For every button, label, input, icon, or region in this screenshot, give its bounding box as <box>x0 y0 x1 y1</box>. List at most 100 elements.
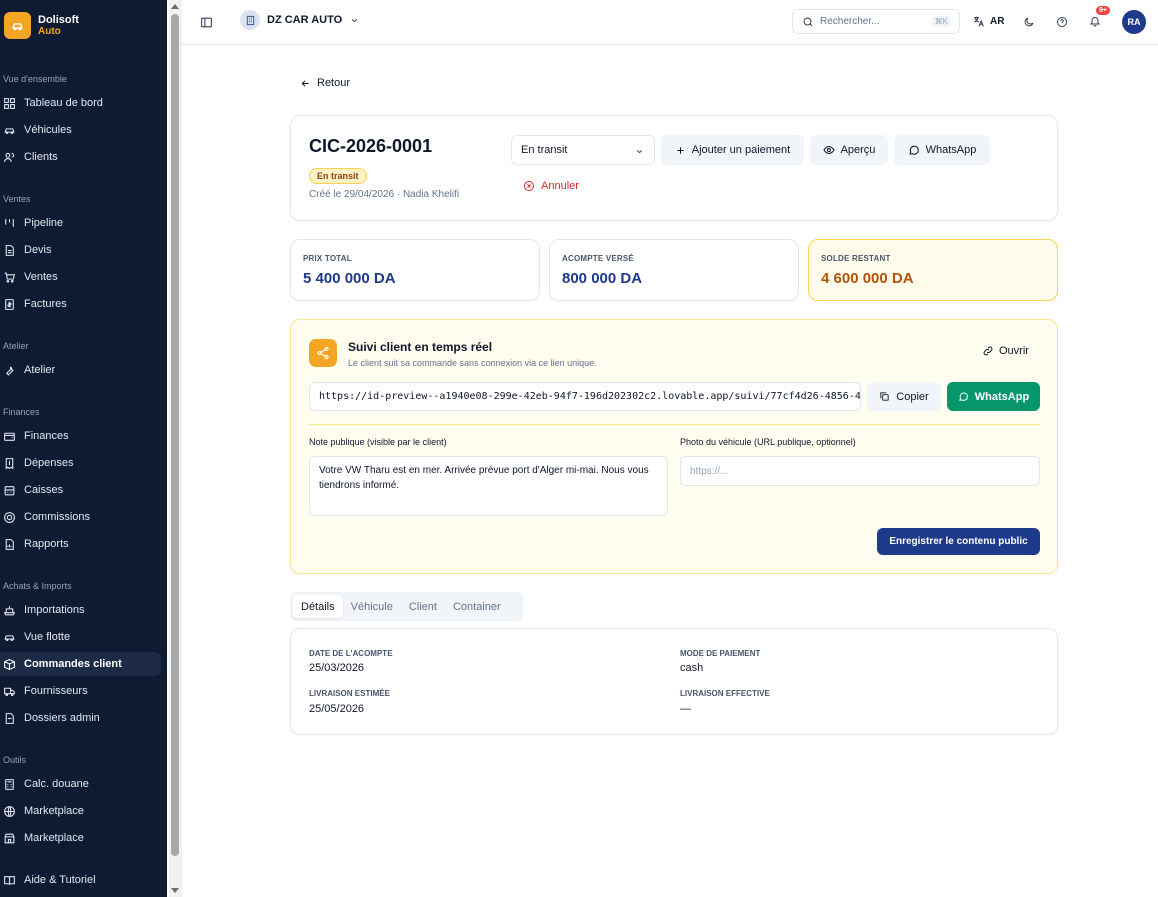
wrench-icon <box>6 366 14 376</box>
tab-client[interactable]: Client <box>401 595 445 618</box>
scrollbar-thumb[interactable] <box>171 14 179 856</box>
sidebar-item-commandes-client[interactable]: Commandes client <box>0 652 161 676</box>
share-whatsapp-label: WhatsApp <box>974 390 1030 403</box>
sidebar-item-label: Factures <box>24 298 67 310</box>
tracking-url-field[interactable]: https://id-preview--a1940e08-299e-42eb-9… <box>309 382 861 411</box>
sidebar-item-label: Caisses <box>24 484 64 496</box>
cart-icon <box>4 272 16 283</box>
public-note-textarea[interactable]: Votre VW Tharu est en mer. Arrivée prévu… <box>309 456 668 516</box>
open-link-button[interactable]: Ouvrir <box>982 345 1029 357</box>
sidebar-item-pipeline[interactable]: Pipeline <box>0 211 161 235</box>
avatar[interactable]: RA <box>1122 10 1146 34</box>
divider <box>309 424 1040 425</box>
scroll-up-arrow-icon[interactable] <box>171 4 179 9</box>
stat-value: 800 000 DA <box>562 270 643 287</box>
message-circle-icon <box>958 392 968 401</box>
notification-badge: 9+ <box>1096 6 1110 15</box>
sidebar-item-factures[interactable]: Factures <box>0 292 161 316</box>
payment-mode-value: cash <box>680 662 704 674</box>
note-label: Note publique (visible par le client) <box>309 437 447 447</box>
message-circle-icon <box>908 145 919 155</box>
receipt-icon <box>5 457 14 469</box>
sidebar-item-label: Aide & Tutoriel <box>24 874 96 886</box>
theme-toggle-moon-icon[interactable] <box>1022 15 1036 29</box>
add-payment-button[interactable]: Ajouter un paiement <box>661 135 804 165</box>
sidebar-item-vehicules[interactable]: Véhicules <box>0 118 161 142</box>
sidebar-item-vue-flotte[interactable]: Vue flotte <box>0 625 161 649</box>
status-select[interactable]: En transit <box>511 135 655 165</box>
stat-label: PRIX TOTAL <box>303 254 352 263</box>
language-switch[interactable]: AR <box>972 15 1004 28</box>
detail-tabs: Détails Véhicule Client Container <box>290 592 523 621</box>
link-icon <box>983 346 993 356</box>
sidebar-item-calc-douane[interactable]: Calc. douane <box>0 772 161 796</box>
sidebar-item-label: Pipeline <box>24 217 64 229</box>
sidebar-item-commissions[interactable]: Commissions <box>0 505 161 529</box>
dashboard-icon <box>4 97 15 109</box>
section-vue-ensemble: Vue d'ensemble <box>3 74 67 84</box>
file-icon <box>5 244 14 256</box>
copy-button[interactable]: Copier <box>867 382 941 411</box>
sidebar-item-devis[interactable]: Devis <box>0 238 161 262</box>
sidebar-item-marketplace-store[interactable]: Marketplace <box>0 826 161 850</box>
sidebar-item-dossiers-admin[interactable]: Dossiers admin <box>0 706 161 730</box>
details-card: DATE DE L'ACOMPTE 25/03/2026 MODE DE PAI… <box>290 628 1058 735</box>
fleet-icon <box>4 634 15 641</box>
sidebar-item-fournisseurs[interactable]: Fournisseurs <box>0 679 161 703</box>
payment-mode-label: MODE DE PAIEMENT <box>680 649 761 658</box>
plus-icon <box>677 146 684 154</box>
search-shortcut: ⌘K <box>931 16 951 27</box>
bell-icon[interactable] <box>1088 14 1102 28</box>
sidebar-item-label: Dépenses <box>24 457 74 469</box>
eye-icon <box>822 145 835 155</box>
whatsapp-label: WhatsApp <box>925 144 977 156</box>
tab-vehicule[interactable]: Véhicule <box>343 595 401 618</box>
sidebar-toggle-icon[interactable] <box>198 14 214 30</box>
tab-details[interactable]: Détails <box>293 595 343 618</box>
sidebar-item-finances[interactable]: Finances <box>0 424 161 448</box>
whatsapp-button[interactable]: WhatsApp <box>894 135 990 165</box>
scroll-down-arrow-icon[interactable] <box>171 888 179 893</box>
language-label: AR <box>990 16 1005 27</box>
sidebar-item-label: Fournisseurs <box>24 685 88 697</box>
sidebar-item-ventes[interactable]: Ventes <box>0 265 161 289</box>
cancel-label: Annuler <box>541 180 579 192</box>
sidebar-item-marketplace[interactable]: Marketplace <box>0 799 161 823</box>
company-selector[interactable]: DZ CAR AUTO <box>240 10 359 30</box>
copy-icon <box>880 392 889 401</box>
sidebar-item-clients[interactable]: Clients <box>0 145 161 169</box>
share-icon <box>309 339 337 367</box>
tab-container[interactable]: Container <box>445 595 509 618</box>
share-whatsapp-button[interactable]: WhatsApp <box>947 382 1040 411</box>
sidebar: Dolisoft Auto Vue d'ensemble Tableau de … <box>0 0 167 897</box>
photo-url-input[interactable]: https://... <box>680 456 1040 486</box>
sidebar-item-atelier[interactable]: Atelier <box>0 358 161 382</box>
sidebar-item-label: Commissions <box>24 511 91 523</box>
sidebar-item-depenses[interactable]: Dépenses <box>0 451 161 475</box>
back-link[interactable]: Retour <box>300 77 350 89</box>
sidebar-item-aide-tutoriel[interactable]: Aide & Tutoriel <box>0 868 161 892</box>
sidebar-item-rapports[interactable]: Rapports <box>0 532 161 556</box>
globe-icon <box>4 805 15 817</box>
cash-register-icon <box>4 485 15 495</box>
remaining-balance-card: SOLDE RESTANT 4 600 000 DA <box>808 239 1058 301</box>
help-icon[interactable] <box>1055 15 1069 29</box>
sidebar-scrollbar[interactable] <box>169 0 182 897</box>
preview-button[interactable]: Aperçu <box>810 135 888 165</box>
sidebar-item-importations[interactable]: Importations <box>0 598 161 622</box>
pipeline-icon <box>5 218 14 227</box>
sidebar-item-caisses[interactable]: Caisses <box>0 478 161 502</box>
search-input[interactable]: Rechercher... ⌘K <box>792 9 960 34</box>
sidebar-item-label: Calc. douane <box>24 778 89 790</box>
order-number: CIC-2026-0001 <box>309 136 433 156</box>
save-public-content-button[interactable]: Enregistrer le contenu public <box>877 528 1040 555</box>
users-icon <box>4 152 15 162</box>
client-tracking-card: Suivi client en temps réel Le client sui… <box>290 319 1058 574</box>
sidebar-item-tableau-de-bord[interactable]: Tableau de bord <box>0 91 161 115</box>
section-achats-imports: Achats & Imports <box>3 581 72 591</box>
brand[interactable]: Dolisoft Auto <box>4 12 79 39</box>
total-price-card: PRIX TOTAL 5 400 000 DA <box>290 239 540 301</box>
calculator-icon <box>5 778 14 790</box>
cancel-button[interactable]: Annuler <box>523 180 579 192</box>
chevron-down-icon <box>352 18 358 22</box>
